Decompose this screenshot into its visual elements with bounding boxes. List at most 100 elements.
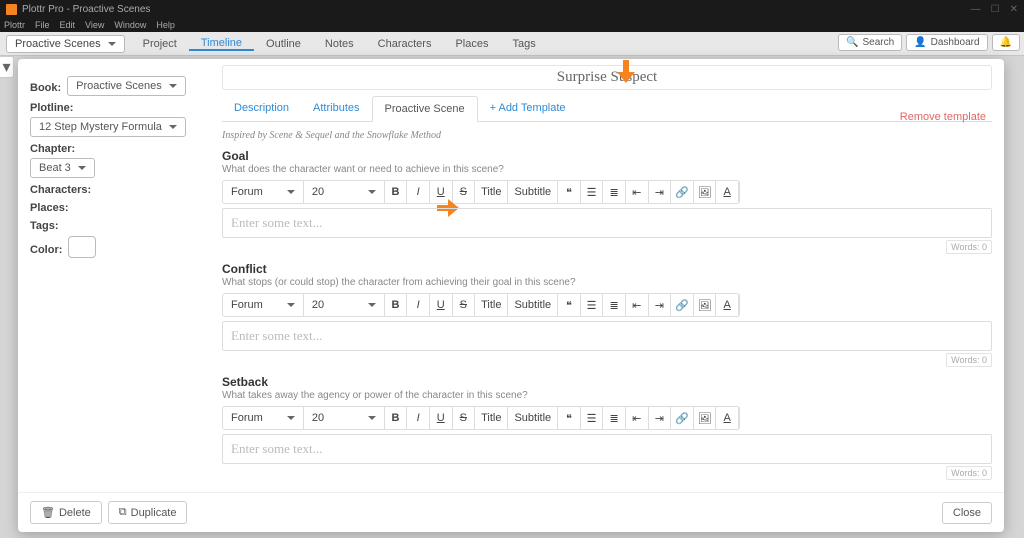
conflict-editor[interactable]: Enter some text... [222, 321, 992, 351]
scene-editor-modal: Book: Proactive Scenes Plotline: 12 Step… [18, 59, 1004, 532]
navbar-book-label: Proactive Scenes [15, 38, 101, 50]
duplicate-button[interactable]: ⧉ Duplicate [108, 501, 188, 524]
outdent-icon[interactable]: ⇤ [626, 407, 649, 429]
dashboard-button[interactable]: 👤 Dashboard [906, 34, 987, 51]
tab-notes[interactable]: Notes [313, 37, 366, 51]
fontsize-dropdown[interactable]: 20 [304, 294, 385, 316]
textcolor-icon[interactable]: A [716, 407, 739, 429]
title-style-button[interactable]: Title [475, 407, 508, 429]
menu-window[interactable]: Window [114, 20, 146, 30]
indent-icon[interactable]: ⇥ [649, 181, 672, 203]
notifications-button[interactable]: 🔔 [992, 34, 1020, 51]
chapter-dropdown[interactable]: Beat 3 [30, 158, 95, 178]
quote-icon[interactable]: ❝ [558, 407, 581, 429]
bullet-list-icon[interactable]: ☰ [581, 294, 604, 316]
image-icon[interactable]: 🖼 [694, 181, 717, 203]
section-goal: Goal What does the character want or nee… [222, 149, 992, 254]
plotline-value: 12 Step Mystery Formula [39, 121, 162, 133]
tab-places[interactable]: Places [443, 37, 500, 51]
indent-icon[interactable]: ⇥ [649, 407, 672, 429]
subtitle-style-button[interactable]: Subtitle [508, 181, 558, 203]
subtitle-style-button[interactable]: Subtitle [508, 407, 558, 429]
italic-icon[interactable]: I [407, 407, 430, 429]
bold-icon[interactable]: B [385, 407, 408, 429]
menu-edit[interactable]: Edit [60, 20, 76, 30]
bold-icon[interactable]: B [385, 294, 408, 316]
bold-icon[interactable]: B [385, 181, 408, 203]
duplicate-label: Duplicate [131, 507, 177, 519]
fontsize-dropdown[interactable]: 20 [304, 407, 385, 429]
search-button[interactable]: 🔍 Search [838, 34, 902, 51]
workspace: ▾ Book: Proactive Scenes Plotline: 12 St… [0, 56, 1024, 538]
strike-icon[interactable]: S [453, 407, 476, 429]
tab-outline[interactable]: Outline [254, 37, 313, 51]
scene-subtabs: Description Attributes Proactive Scene +… [222, 96, 992, 122]
navbar-book-dropdown[interactable]: Proactive Scenes [6, 35, 125, 53]
bullet-list-icon[interactable]: ☰ [581, 181, 604, 203]
delete-label: Delete [59, 507, 91, 519]
title-style-button[interactable]: Title [475, 181, 508, 203]
font-value: Forum [231, 186, 263, 198]
menu-file[interactable]: File [35, 20, 50, 30]
setback-toolbar: Forum 20 B I U S Title Subtitle ❝ ☰ ≣ ⇤ … [222, 406, 740, 430]
tab-project[interactable]: Project [131, 37, 189, 51]
scene-title-input[interactable]: Surprise Suspect [222, 65, 992, 90]
font-value: Forum [231, 299, 263, 311]
fontsize-value: 20 [312, 299, 324, 311]
setback-hint: What takes away the agency or power of t… [222, 390, 992, 401]
numbered-list-icon[interactable]: ≣ [603, 407, 626, 429]
image-icon[interactable]: 🖼 [694, 294, 717, 316]
app-icon [6, 4, 17, 15]
font-dropdown[interactable]: Forum [223, 294, 304, 316]
filter-button[interactable]: ▾ [0, 56, 14, 78]
plotline-dropdown[interactable]: 12 Step Mystery Formula [30, 117, 186, 137]
goal-editor[interactable]: Enter some text... [222, 208, 992, 238]
menu-plottr[interactable]: Plottr [4, 20, 25, 30]
bullet-list-icon[interactable]: ☰ [581, 407, 604, 429]
outdent-icon[interactable]: ⇤ [626, 181, 649, 203]
font-dropdown[interactable]: Forum [223, 181, 304, 203]
title-style-button[interactable]: Title [475, 294, 508, 316]
book-dropdown[interactable]: Proactive Scenes [67, 76, 186, 96]
strike-icon[interactable]: S [453, 294, 476, 316]
window-maximize-icon[interactable]: ☐ [991, 4, 1000, 15]
numbered-list-icon[interactable]: ≣ [603, 181, 626, 203]
textcolor-icon[interactable]: A [716, 294, 739, 316]
menu-view[interactable]: View [85, 20, 104, 30]
quote-icon[interactable]: ❝ [558, 181, 581, 203]
conflict-toolbar: Forum 20 B I U S Title Subtitle ❝ ☰ ≣ ⇤ … [222, 293, 740, 317]
image-icon[interactable]: 🖼 [694, 407, 717, 429]
window-minimize-icon[interactable]: — [971, 4, 981, 15]
delete-button[interactable]: 🗑 Delete [30, 501, 102, 524]
indent-icon[interactable]: ⇥ [649, 294, 672, 316]
font-dropdown[interactable]: Forum [223, 407, 304, 429]
link-icon[interactable]: 🔗 [671, 294, 694, 316]
chapter-label: Chapter: [30, 143, 206, 155]
scene-details-panel: Surprise Suspect Description Attributes … [218, 59, 1004, 492]
subtab-proactive-scene[interactable]: Proactive Scene [372, 96, 478, 122]
subtab-attributes[interactable]: Attributes [301, 96, 371, 121]
textcolor-icon[interactable]: A [716, 181, 739, 203]
fontsize-dropdown[interactable]: 20 [304, 181, 385, 203]
italic-icon[interactable]: I [407, 181, 430, 203]
underline-icon[interactable]: U [430, 407, 453, 429]
tab-tags[interactable]: Tags [500, 37, 547, 51]
subtab-add-template[interactable]: + Add Template [478, 96, 578, 121]
setback-editor[interactable]: Enter some text... [222, 434, 992, 464]
tab-characters[interactable]: Characters [366, 37, 444, 51]
outdent-icon[interactable]: ⇤ [626, 294, 649, 316]
underline-icon[interactable]: U [430, 294, 453, 316]
italic-icon[interactable]: I [407, 294, 430, 316]
close-button[interactable]: Close [942, 502, 992, 524]
tab-timeline[interactable]: Timeline [189, 37, 254, 51]
quote-icon[interactable]: ❝ [558, 294, 581, 316]
link-icon[interactable]: 🔗 [671, 181, 694, 203]
subtitle-style-button[interactable]: Subtitle [508, 294, 558, 316]
color-swatch[interactable] [68, 236, 96, 258]
menu-help[interactable]: Help [156, 20, 175, 30]
window-close-icon[interactable]: ✕ [1010, 4, 1018, 15]
subtab-description[interactable]: Description [222, 96, 301, 121]
numbered-list-icon[interactable]: ≣ [603, 294, 626, 316]
link-icon[interactable]: 🔗 [671, 407, 694, 429]
remove-template-link[interactable]: Remove template [900, 111, 986, 123]
